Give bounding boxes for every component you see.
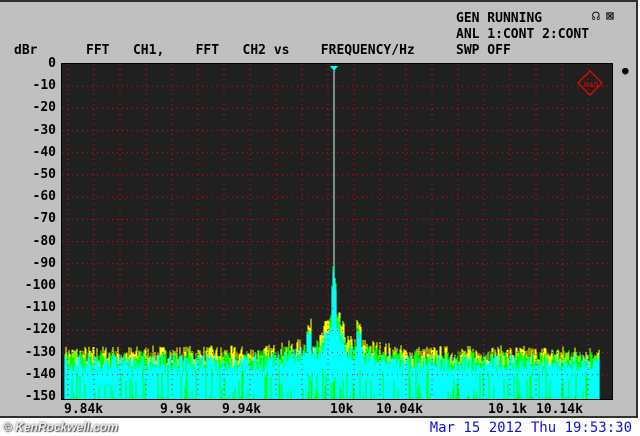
- spectrum-svg: R&S: [62, 64, 612, 399]
- marker-icon[interactable]: [330, 66, 338, 71]
- chart-title: FFT CH1, FFT CH2 vs FREQUENCY/Hz: [86, 43, 415, 58]
- x-tick-label: 9.94k: [222, 402, 262, 417]
- y-tick-label: -80: [32, 233, 56, 249]
- rs-logo-text: R&S: [584, 82, 599, 89]
- y-tick-label: -60: [32, 189, 56, 205]
- x-tick-label: 10.1k: [488, 402, 528, 417]
- y-tick-label: -90: [32, 255, 56, 271]
- y-tick-label: -40: [32, 144, 56, 160]
- y-tick-label: -30: [32, 122, 56, 138]
- anl-status: ANL 1:CONT 2:CONT: [456, 27, 590, 42]
- y-tick-label: -10: [32, 78, 56, 94]
- watermark: © KenRockwell.com: [3, 420, 118, 434]
- y-tick-label: -50: [32, 167, 56, 182]
- series-2-trace: [64, 265, 600, 399]
- x-tick-label: 10k: [330, 402, 354, 417]
- analyzer-screen: GEN RUNNING ANL 1:CONT 2:CONT SWP OFF ☊ …: [0, 0, 640, 436]
- speaker-muted-icon: ⊠: [606, 9, 614, 24]
- y-tick-label: -70: [32, 211, 56, 227]
- plot-area: R&S: [61, 63, 613, 400]
- y-tick-label: -150: [24, 389, 56, 404]
- y-tick-label: -110: [24, 300, 56, 316]
- y-tick-label: 0: [48, 56, 56, 71]
- x-tick-label: 9.84k: [64, 402, 104, 417]
- x-tick-label: 10.04k: [376, 402, 423, 417]
- y-tick-label: -100: [24, 278, 56, 293]
- knob-icon[interactable]: ●: [622, 64, 629, 77]
- y-tick-label: -130: [24, 344, 56, 360]
- x-tick-label: 10.14k: [536, 402, 583, 417]
- y-tick-label: -140: [24, 366, 56, 382]
- x-tick-label: 9.9k: [160, 402, 192, 417]
- y-tick-label: -20: [32, 100, 56, 116]
- gen-status: GEN RUNNING: [456, 11, 543, 26]
- sweep-status: SWP OFF: [456, 43, 511, 58]
- headphones-icon: ☊: [592, 9, 600, 24]
- y-tick-label: -120: [24, 322, 56, 338]
- datetime: Mar 15 2012 Thu 19:53:30: [429, 420, 632, 436]
